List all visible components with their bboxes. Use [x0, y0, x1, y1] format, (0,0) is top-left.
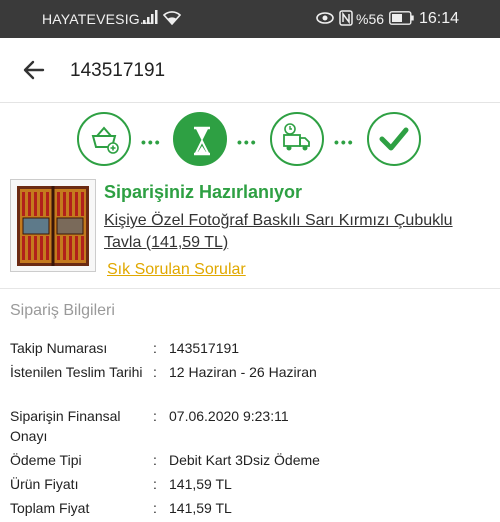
step-connector: •••: [334, 134, 355, 150]
info-row-total-price: Toplam Fiyat : 141,59 TL: [10, 498, 490, 522]
info-separator: :: [153, 452, 157, 468]
info-row-tracking: Takip Numarası : 143517191: [10, 338, 490, 362]
wifi-icon: [162, 9, 182, 28]
product-summary: Siparişiniz Hazırlanıyor Kişiye Özel Fot…: [0, 176, 500, 289]
battery-percent: %56: [356, 11, 385, 27]
order-info-title: Sipariş Bilgileri: [10, 302, 115, 319]
product-name-link[interactable]: Kişiye Özel Fotoğraf Baskılı Sarı Kırmız…: [104, 210, 489, 254]
faq-link[interactable]: Sık Sorulan Sorular: [107, 261, 246, 279]
eye-comfort-icon: [316, 11, 334, 28]
status-bar: HAYATEVESIG... %56 16:14: [0, 0, 500, 38]
nfc-icon: [339, 10, 353, 29]
info-value: 07.06.2020 9:23:11: [169, 408, 289, 424]
info-value: 143517191: [169, 340, 240, 356]
info-label: Ürün Fiyatı: [10, 476, 79, 492]
info-row-payment-type: Ödeme Tipi : Debit Kart 3Dsiz Ödeme: [10, 450, 490, 474]
info-separator: :: [153, 364, 157, 380]
carrier-name: HAYATEVESIG...: [42, 11, 153, 27]
info-value: 141,59 TL: [169, 476, 232, 492]
order-info-table: Takip Numarası : 143517191 İstenilen Tes…: [10, 338, 490, 522]
signal-icon: [143, 10, 159, 27]
info-label: İstenilen Teslim Tarihi: [10, 364, 143, 380]
app-bar: 143517191: [0, 38, 500, 103]
delivery-truck-icon: [270, 112, 324, 166]
order-status: Siparişiniz Hazırlanıyor: [104, 182, 303, 202]
info-value: 12 Haziran - 26 Haziran: [169, 364, 317, 380]
hourglass-icon: [173, 112, 227, 166]
basket-check-icon: [77, 112, 131, 166]
info-label: Takip Numarası: [10, 340, 108, 356]
clock: 16:14: [419, 10, 460, 27]
info-row-financial-approval: Siparişin Finansal Onayı : 07.06.2020 9:…: [10, 406, 490, 450]
step-connector: •••: [237, 134, 258, 150]
product-image[interactable]: [10, 179, 96, 272]
info-value: Debit Kart 3Dsiz Ödeme: [169, 452, 320, 468]
order-progress-stepper: ••• ••• •••: [0, 106, 500, 176]
info-separator: :: [153, 500, 157, 516]
info-label: Ödeme Tipi: [10, 452, 82, 468]
info-label: Siparişin Finansal Onayı: [10, 408, 121, 444]
info-row-product-price: Ürün Fiyatı : 141,59 TL: [10, 474, 490, 498]
checkmark-icon: [367, 112, 421, 166]
step-connector: •••: [141, 134, 162, 150]
info-value: 141,59 TL: [169, 500, 232, 516]
info-separator: :: [153, 408, 157, 424]
info-label: Toplam Fiyat: [10, 500, 90, 516]
info-separator: :: [153, 476, 157, 492]
info-separator: :: [153, 340, 157, 356]
back-arrow-icon[interactable]: [22, 58, 46, 82]
battery-icon: [389, 11, 415, 28]
info-row-delivery-date: İstenilen Teslim Tarihi : 12 Haziran - 2…: [10, 362, 490, 406]
page-title: 143517191: [70, 60, 166, 81]
